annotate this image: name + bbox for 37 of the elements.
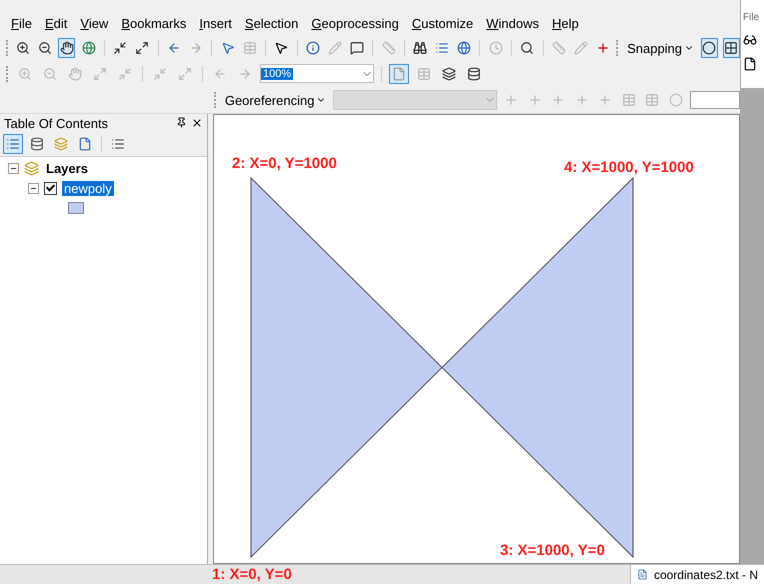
layers-icon [24,160,39,176]
menu-item[interactable]: Selection [244,16,298,30]
list-by-drawing-order-icon[interactable] [3,134,23,154]
menu-item[interactable]: Insert [199,16,232,30]
collapse-toggle[interactable] [8,162,19,174]
snapping-dropdown[interactable]: Snapping [625,40,696,56]
zoom-percent-field[interactable]: 100% [260,64,374,83]
coordinate-label: 3: X=1000, Y=0 [500,542,605,559]
collapse-toggle[interactable] [28,182,39,194]
glasses-icon[interactable] [743,33,757,47]
coordinate-label: 1: X=0, Y=0 [212,566,292,583]
close-icon[interactable] [191,117,204,129]
menu-item[interactable]: File [11,16,32,30]
pan-icon[interactable] [58,38,76,58]
grid-icon[interactable] [722,38,740,58]
menu-item[interactable]: View [80,16,108,30]
menu-item[interactable]: Help [552,16,579,30]
input-field[interactable] [690,91,740,109]
layer-name[interactable]: newpoly [62,180,114,196]
legend-swatch [68,202,84,214]
page-icon[interactable] [389,64,409,84]
coordinate-label: 4: X=1000, Y=1000 [564,159,694,176]
menu-item[interactable]: Bookmarks [121,16,186,30]
document-icon[interactable] [743,57,757,71]
panel-title: Table Of Contents [4,116,108,130]
menu-item[interactable]: Windows [486,16,539,30]
menu-item[interactable]: Edit [44,16,68,30]
menu-item[interactable]: File [743,12,760,23]
coordinate-label: 2: X=0, Y=1000 [232,155,337,172]
notepad-icon [637,568,648,581]
pin-icon[interactable] [176,117,188,128]
menu-item[interactable]: Customize [412,16,474,30]
layers-label[interactable]: Layers [44,160,90,176]
layer-checkbox[interactable] [44,182,57,194]
taskbar-window[interactable]: coordinates2.txt - N [630,565,764,584]
georeferencing-dropdown[interactable]: Georeferencing [222,92,328,108]
menu-item[interactable]: Geoprocessing [311,16,399,30]
